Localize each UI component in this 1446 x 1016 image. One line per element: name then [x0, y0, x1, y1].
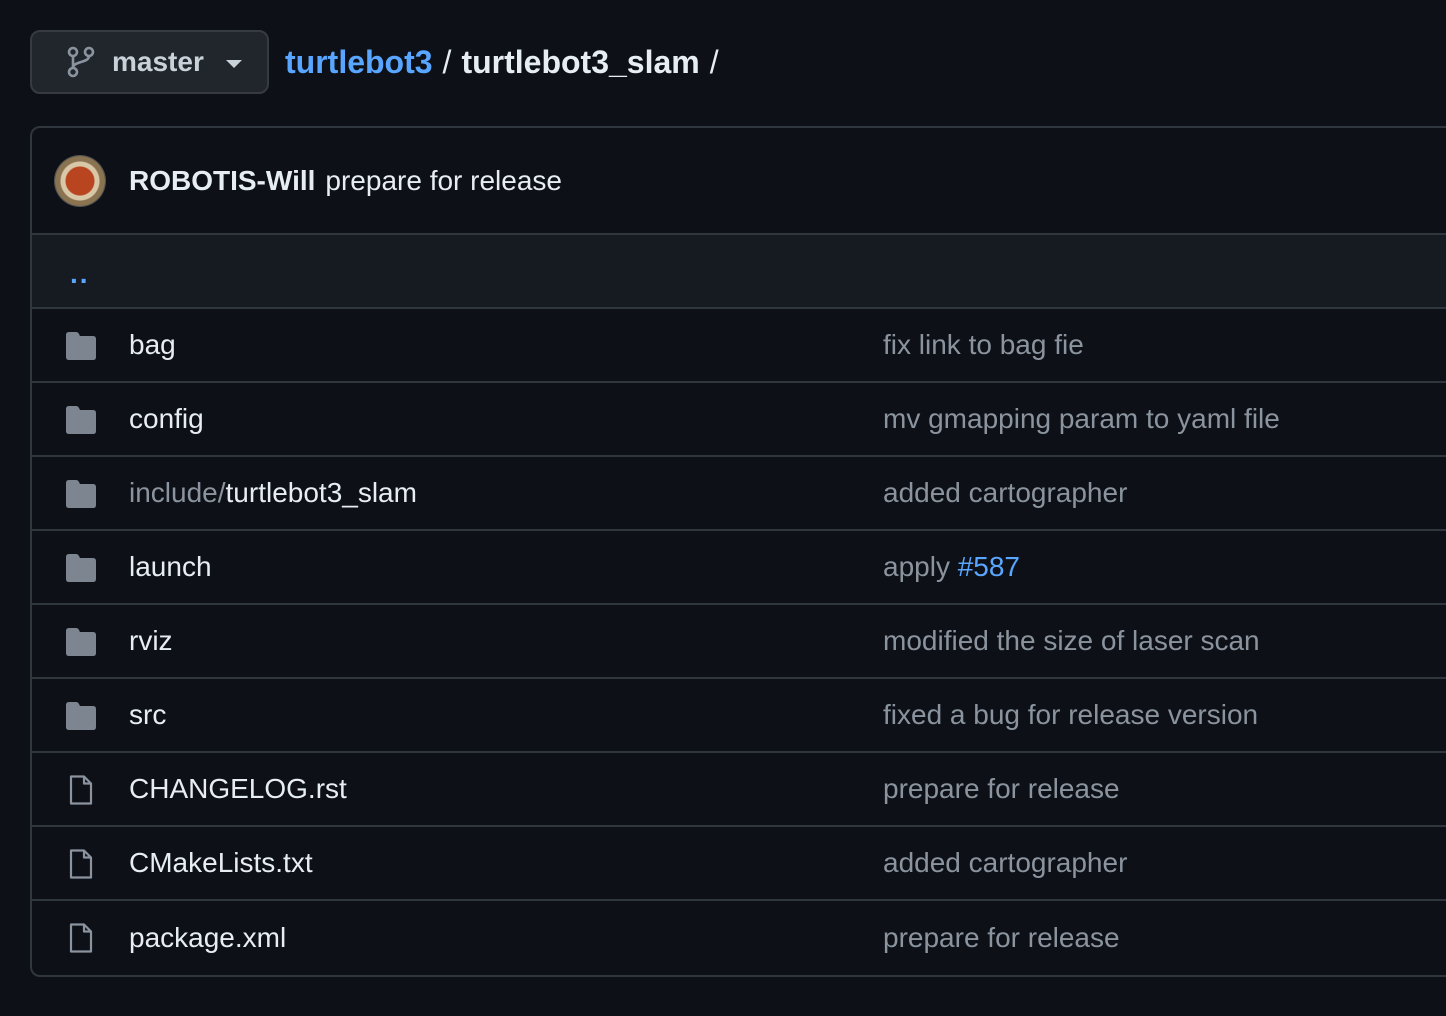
latest-commit-header: ROBOTIS-Will prepare for release — [32, 128, 1446, 235]
file-commit-text[interactable]: prepare for release — [883, 773, 1120, 804]
file-name-link[interactable]: CHANGELOG.rst — [129, 773, 347, 805]
file-row[interactable]: include/turtlebot3_slam added cartographe… — [32, 457, 1446, 531]
file-row[interactable]: CMakeLists.txt added cartographer — [32, 827, 1446, 901]
file-commit-message[interactable]: modified the size of laser scan — [883, 625, 1260, 657]
file-row[interactable]: rviz modified the size of laser scan — [32, 605, 1446, 679]
git-branch-icon — [66, 46, 96, 78]
folder-icon — [64, 701, 98, 731]
file-commit-text[interactable]: added cartographer — [883, 847, 1127, 878]
file-commit-message[interactable]: fix link to bag fie — [883, 329, 1084, 361]
branch-label: master — [112, 46, 204, 77]
file-name-text[interactable]: config — [129, 403, 204, 434]
file-name-text[interactable]: launch — [129, 551, 212, 582]
file-name-text[interactable]: bag — [129, 329, 176, 360]
file-name-link[interactable]: config — [129, 403, 204, 435]
breadcrumb-separator: / — [442, 43, 452, 80]
branch-select-button[interactable]: master — [30, 30, 269, 94]
file-name-link[interactable]: package.xml — [129, 922, 286, 954]
file-rows: bag fix link to bag fie config mv gmapping … — [32, 309, 1446, 975]
file-commit-message[interactable]: prepare for release — [883, 922, 1120, 954]
file-row[interactable]: bag fix link to bag fie — [32, 309, 1446, 383]
commit-message-link[interactable]: prepare for release — [325, 165, 562, 197]
folder-icon — [64, 405, 98, 435]
file-name-text[interactable]: package.xml — [129, 922, 286, 953]
file-name-link[interactable]: include/turtlebot3_slam — [129, 477, 417, 509]
file-name-text[interactable]: src — [129, 699, 166, 730]
file-row[interactable]: launch apply #587 — [32, 531, 1446, 605]
file-listing: ROBOTIS-Will prepare for release .. bag f… — [30, 126, 1446, 977]
file-commit-message[interactable]: added cartographer — [883, 477, 1127, 509]
parent-directory-row[interactable]: .. — [32, 235, 1446, 309]
repo-topbar: master turtlebot3 / turtlebot3_slam / — [30, 30, 729, 94]
file-icon — [64, 849, 98, 879]
file-name-text[interactable]: CMakeLists.txt — [129, 847, 313, 878]
file-name-text[interactable]: CHANGELOG.rst — [129, 773, 347, 804]
parent-directory-link[interactable]: .. — [70, 258, 90, 290]
avatar[interactable] — [55, 155, 105, 206]
file-commit-message[interactable]: added cartographer — [883, 847, 1127, 879]
folder-icon — [64, 331, 98, 361]
file-commit-text[interactable]: prepare for release — [883, 922, 1120, 953]
folder-icon — [64, 553, 98, 583]
file-icon — [64, 775, 98, 805]
file-row[interactable]: CHANGELOG.rst prepare for release — [32, 753, 1446, 827]
file-commit-text[interactable]: fixed a bug for release version — [883, 699, 1258, 730]
file-name-link[interactable]: src — [129, 699, 166, 731]
issue-link[interactable]: #587 — [958, 551, 1020, 582]
file-commit-message[interactable]: prepare for release — [883, 773, 1120, 805]
folder-icon — [64, 627, 98, 657]
breadcrumb-trailing-separator: / — [709, 43, 719, 80]
file-icon — [64, 923, 98, 953]
file-commit-message[interactable]: fixed a bug for release version — [883, 699, 1258, 731]
file-name-link[interactable]: CMakeLists.txt — [129, 847, 313, 879]
file-commit-text[interactable]: apply — [883, 551, 958, 582]
breadcrumb: turtlebot3 / turtlebot3_slam / — [285, 44, 729, 81]
file-name-link[interactable]: launch — [129, 551, 212, 583]
file-name-text[interactable]: rviz — [129, 625, 173, 656]
file-commit-message[interactable]: mv gmapping param to yaml file — [883, 403, 1280, 435]
file-name-link[interactable]: rviz — [129, 625, 173, 657]
file-row[interactable]: config mv gmapping param to yaml file — [32, 383, 1446, 457]
file-commit-text[interactable]: mv gmapping param to yaml file — [883, 403, 1280, 434]
file-row[interactable]: src fixed a bug for release version — [32, 679, 1446, 753]
commit-author-link[interactable]: ROBOTIS-Will — [129, 165, 315, 197]
file-commit-text[interactable]: fix link to bag fie — [883, 329, 1084, 360]
file-commit-text[interactable]: added cartographer — [883, 477, 1127, 508]
file-name-text[interactable]: turtlebot3_slam — [226, 477, 417, 508]
breadcrumb-current-dir: turtlebot3_slam — [461, 43, 700, 80]
folder-icon — [64, 479, 98, 509]
file-row[interactable]: package.xml prepare for release — [32, 901, 1446, 975]
file-commit-message[interactable]: apply #587 — [883, 551, 1020, 583]
file-commit-text[interactable]: modified the size of laser scan — [883, 625, 1260, 656]
breadcrumb-repo-link[interactable]: turtlebot3 — [285, 44, 433, 81]
file-name-prefix[interactable]: include/ — [129, 477, 226, 508]
file-name-link[interactable]: bag — [129, 329, 176, 361]
chevron-down-icon — [225, 60, 242, 68]
